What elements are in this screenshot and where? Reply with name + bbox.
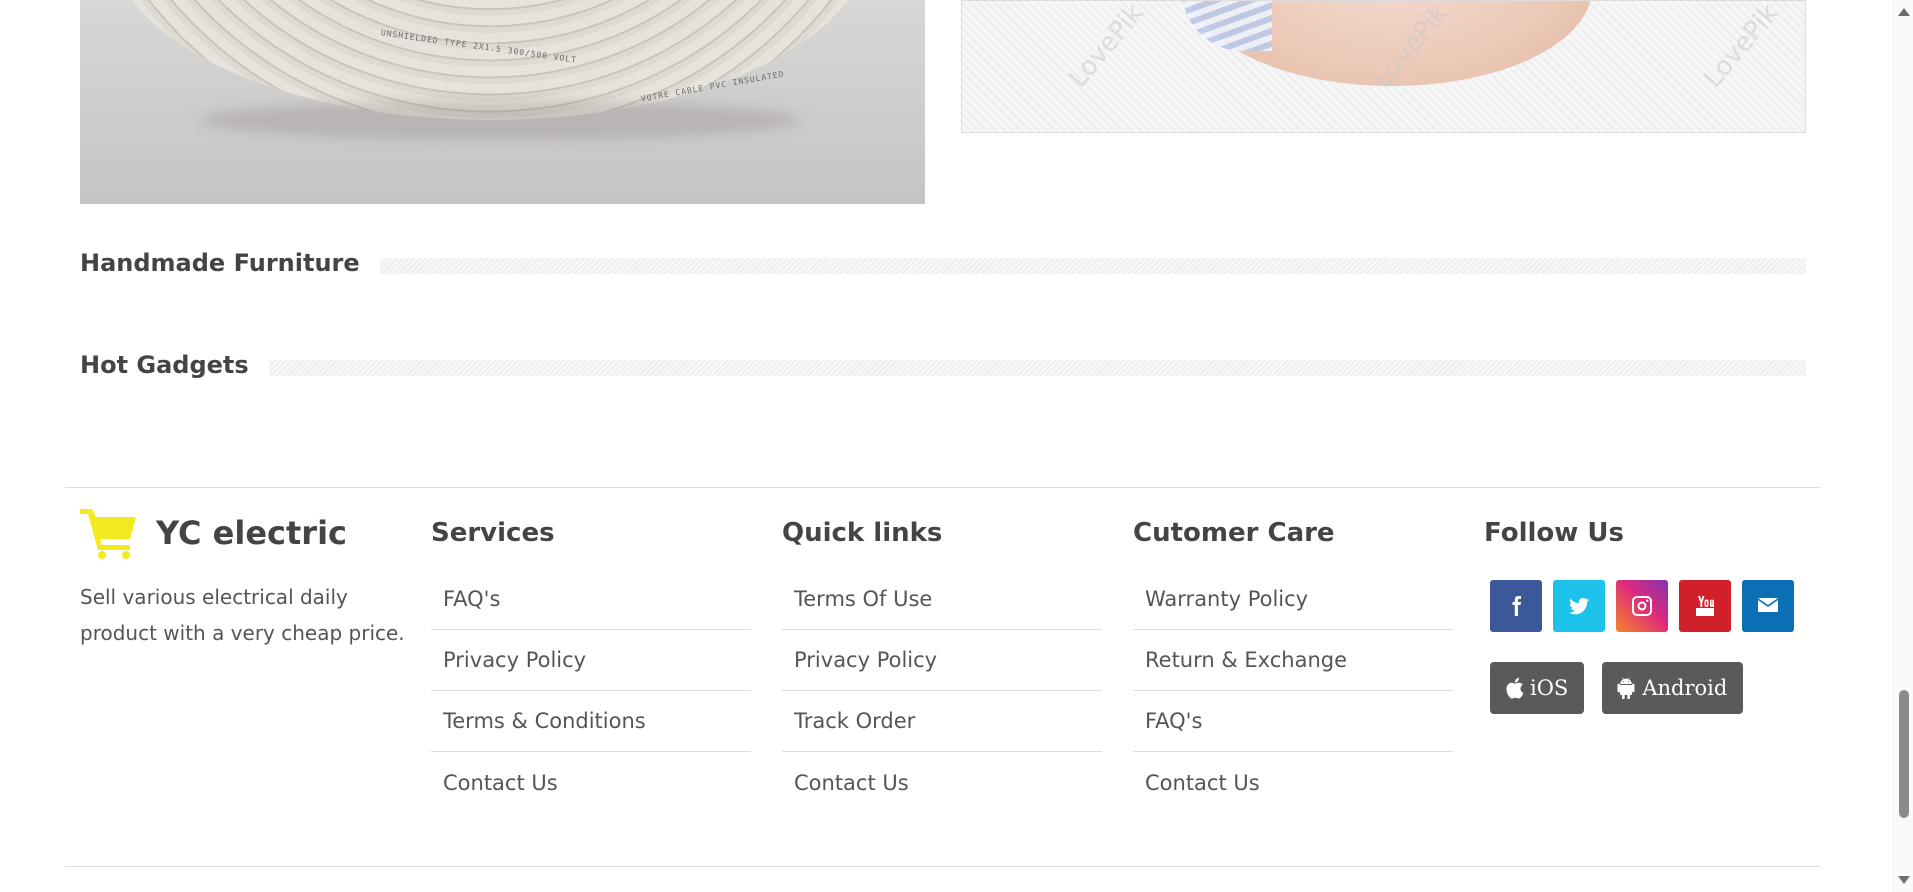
instagram-icon [1632,596,1652,616]
follow-us-title: Follow Us [1484,518,1624,548]
mail-button[interactable] [1742,580,1794,632]
scroll-up-arrow-icon[interactable] [1898,8,1910,16]
footer-link-return-exchange[interactable]: Return & Exchange [1133,630,1453,691]
mail-icon [1758,598,1778,612]
footer-bottom-divider [65,866,1820,867]
footer-link-privacy-policy[interactable]: Privacy Policy [431,630,751,691]
section-title[interactable]: Hot Gadgets [80,351,269,379]
scroll-down-arrow-icon[interactable] [1898,876,1910,884]
services-title: Services [431,518,555,548]
footer-quick-links: Quick links Terms Of Use Privacy Policy … [782,503,1102,813]
cable-product-image[interactable]: UNSHIELDED TYPE 2X1.5 300/500 VOLT VOTRE… [80,0,925,204]
quick-links-title: Quick links [782,518,943,548]
android-app-button[interactable]: Android [1602,662,1744,714]
instagram-button[interactable] [1616,580,1668,632]
android-label: Android [1642,676,1728,700]
brand-name: YC electric [156,514,348,552]
footer-link-contact-us[interactable]: Contact Us [782,752,1102,813]
footer-link-terms-of-use[interactable]: Terms Of Use [782,569,1102,630]
section-handmade-furniture: Handmade Furniture [80,248,1806,278]
app-links: iOS Android [1484,662,1814,714]
brand-description: Sell various electrical daily product wi… [80,585,405,645]
brand-logo[interactable]: YC electric [80,503,410,563]
scrollbar-thumb[interactable] [1899,690,1909,818]
android-icon [1617,677,1635,699]
facebook-icon [1512,596,1521,616]
footer-link-contact-us[interactable]: Contact Us [1133,752,1453,813]
twitter-button[interactable] [1553,580,1605,632]
footer-link-warranty-policy[interactable]: Warranty Policy [1133,569,1453,630]
youtube-button[interactable] [1679,580,1731,632]
social-links [1484,580,1814,632]
youtube-icon [1696,596,1714,616]
footer-customer-care: Cutomer Care Warranty Policy Return & Ex… [1133,503,1453,813]
twitter-icon [1569,597,1589,615]
watermark: LovePik [1698,0,1785,94]
footer-follow-us: Follow Us iOS Android [1484,503,1814,714]
apple-icon [1506,677,1524,699]
section-divider [268,360,1806,376]
ios-label: iOS [1530,676,1569,700]
page: UNSHIELDED TYPE 2X1.5 300/500 VOLT VOTRE… [0,0,1893,892]
section-title[interactable]: Handmade Furniture [80,249,380,277]
tape-product-image[interactable]: LovePik LovePik LovePik [961,0,1806,133]
footer-top-divider [65,487,1820,488]
footer-link-track-order[interactable]: Track Order [782,691,1102,752]
customer-care-title: Cutomer Care [1133,518,1335,548]
footer-link-faqs[interactable]: FAQ's [431,569,751,630]
ios-app-button[interactable]: iOS [1490,662,1585,714]
footer-brand: YC electric Sell various electrical dail… [80,503,410,651]
page-scrollbar[interactable] [1893,0,1913,892]
footer-link-privacy-policy[interactable]: Privacy Policy [782,630,1102,691]
section-hot-gadgets: Hot Gadgets [80,350,1806,380]
footer-services: Services FAQ's Privacy Policy Terms & Co… [431,503,751,813]
watermark: LovePik [1063,0,1150,94]
facebook-button[interactable] [1490,580,1542,632]
cart-icon [80,507,138,559]
footer-link-faqs[interactable]: FAQ's [1133,691,1453,752]
section-divider [379,258,1806,274]
footer-link-terms-conditions[interactable]: Terms & Conditions [431,691,751,752]
footer-link-contact-us[interactable]: Contact Us [431,752,751,813]
